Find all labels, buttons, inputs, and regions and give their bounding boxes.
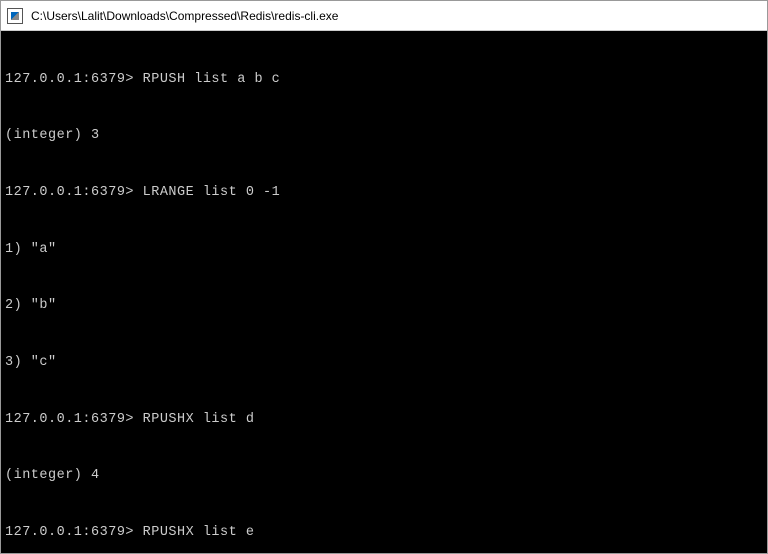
- terminal-line: (integer) 3: [5, 127, 763, 146]
- terminal-line: 127.0.0.1:6379> RPUSH list a b c: [5, 71, 763, 90]
- terminal-window: C:\Users\Lalit\Downloads\Compressed\Redi…: [0, 0, 768, 554]
- window-title: C:\Users\Lalit\Downloads\Compressed\Redi…: [31, 9, 338, 23]
- terminal-line: 127.0.0.1:6379> LRANGE list 0 -1: [5, 184, 763, 203]
- terminal-line: 3) "c": [5, 354, 763, 373]
- terminal-line: (integer) 4: [5, 467, 763, 486]
- terminal-line: 2) "b": [5, 297, 763, 316]
- app-icon: [7, 8, 23, 24]
- terminal-line: 127.0.0.1:6379> RPUSHX list d: [5, 411, 763, 430]
- titlebar[interactable]: C:\Users\Lalit\Downloads\Compressed\Redi…: [1, 1, 767, 31]
- terminal-line: 1) "a": [5, 241, 763, 260]
- terminal-line: 127.0.0.1:6379> RPUSHX list e: [5, 524, 763, 543]
- terminal-body[interactable]: 127.0.0.1:6379> RPUSH list a b c (intege…: [1, 31, 767, 553]
